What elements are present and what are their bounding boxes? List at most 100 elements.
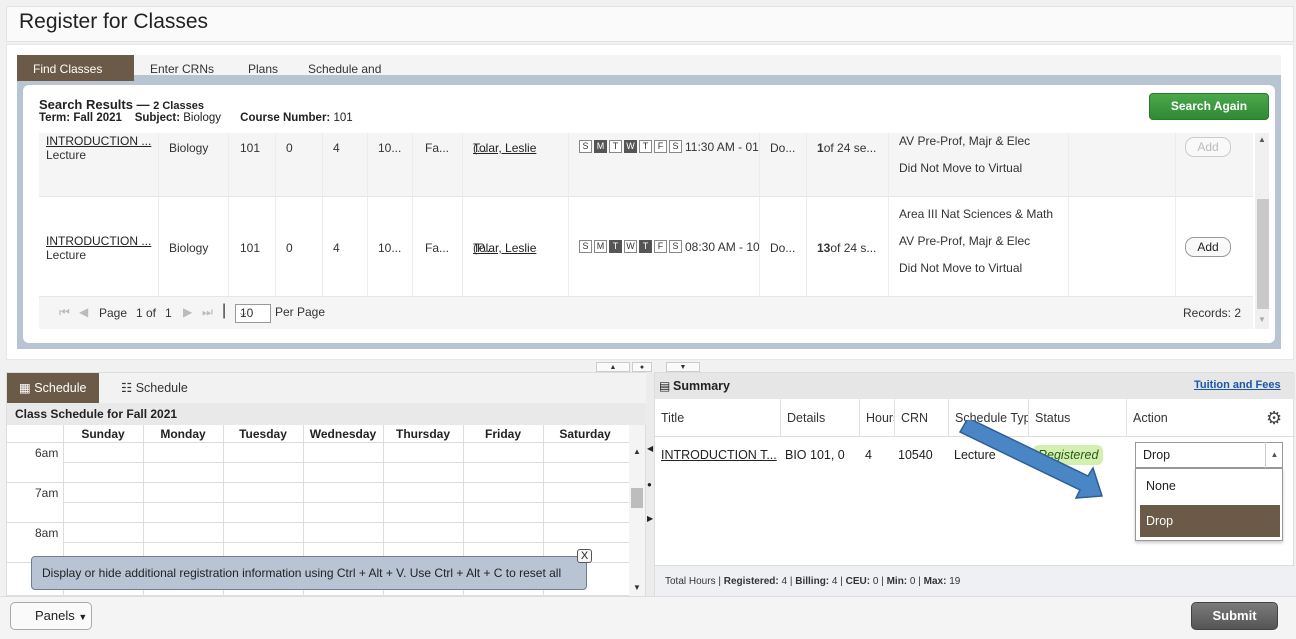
campus-text: Do...	[770, 241, 796, 255]
summary-course-title-link[interactable]: INTRODUCTION T...	[655, 437, 779, 473]
registered-value: 4	[781, 576, 788, 587]
crn-text: 10...	[378, 141, 402, 155]
ceu-value: 0	[872, 576, 879, 587]
panels-button[interactable]: Panels ▼	[10, 602, 92, 630]
summary-header: ▤ Summary Tuition and Fees	[655, 373, 1295, 399]
tuition-and-fees-link[interactable]: Tuition and Fees	[1194, 379, 1281, 391]
cell-instructor: Tolar, Leslie (...	[463, 133, 569, 196]
attribute-text: Area III Nat Sciences & Math	[899, 207, 1054, 221]
day-tuesday: T	[609, 140, 622, 153]
action-select[interactable]: Drop	[1135, 442, 1283, 468]
meeting-days: S M T W T F S	[579, 140, 684, 153]
next-page-icon[interactable]: ▶	[183, 305, 192, 319]
splitter-middle-button[interactable]: ●	[632, 362, 652, 372]
course-title-link[interactable]: INTRODUCTION ...	[46, 234, 151, 248]
scroll-up-arrow-icon[interactable]: ▲	[633, 447, 641, 456]
seats-text: of 24 se...	[823, 141, 877, 155]
col-hours[interactable]: Hours	[860, 399, 895, 437]
tab-schedule[interactable]: ▦ Schedule	[7, 373, 99, 403]
divider-dot-icon[interactable]: ●	[647, 480, 652, 489]
splitter-up-button[interactable]: ▲	[596, 362, 630, 372]
cell-hours: 4	[323, 133, 368, 196]
campus-text: Do...	[770, 141, 796, 155]
day-header: Saturday	[559, 427, 611, 441]
grid-line	[63, 462, 629, 463]
last-page-icon[interactable]: ⏭	[202, 305, 213, 320]
tab-bar: Find Classes Enter CRNs Plans Schedule a…	[17, 55, 1281, 104]
search-criteria: Term: Fall 2021 Subject: Biology Course …	[39, 112, 353, 124]
gear-icon[interactable]: ⚙	[1266, 408, 1282, 429]
day-friday: F	[654, 140, 667, 153]
tooltip-close-button[interactable]: X	[577, 549, 592, 563]
col-title[interactable]: Title	[655, 399, 781, 437]
scrollbar-thumb[interactable]	[1257, 199, 1269, 309]
course-title-link[interactable]: INTRODUCTION ...	[46, 134, 151, 148]
action-option-drop[interactable]: Drop	[1140, 505, 1280, 537]
cell-empty	[1069, 197, 1176, 296]
collapse-left-icon[interactable]: ◀	[647, 444, 653, 453]
col-details[interactable]: Details	[781, 399, 860, 437]
hours-text: 4	[333, 241, 340, 255]
grid-line	[7, 442, 629, 443]
first-page-icon[interactable]: ⏮	[59, 305, 70, 320]
cell-campus: Do...	[760, 133, 807, 196]
grid-line	[63, 542, 629, 543]
add-button-disabled[interactable]: Add	[1185, 137, 1231, 157]
cell-title: INTRODUCTION ... Lecture	[39, 133, 159, 196]
tab-enter-crns[interactable]: Enter CRNs	[134, 55, 232, 81]
scroll-up-arrow-icon[interactable]: ▲	[1258, 135, 1266, 144]
seats-text: of 24 s...	[830, 241, 877, 255]
registered-label: Registered:	[723, 576, 779, 587]
splitter-down-button[interactable]: ▼	[666, 362, 700, 372]
table-row[interactable]: INTRODUCTION ... Lecture Biology 101 0 4…	[39, 197, 1253, 297]
min-label: Min:	[886, 576, 908, 587]
per-page-select[interactable]: 10 ⌵	[235, 304, 271, 323]
calendar-scrollbar[interactable]: ▲ ▼	[629, 425, 645, 597]
table-row[interactable]: INTRODUCTION ... Lecture Biology 101 0 4…	[39, 133, 1253, 197]
billing-value: 4	[831, 576, 838, 587]
prev-page-icon[interactable]: ◀	[79, 305, 88, 319]
page-number[interactable]: 1	[136, 306, 143, 320]
cell-meeting-times: S M T W T F S 11:30 AM - 01:	[569, 133, 760, 196]
page-label: Page	[99, 306, 128, 320]
day-thursday: T	[639, 140, 652, 153]
results-scrollbar[interactable]: ▲ ▼	[1255, 133, 1269, 329]
tab-schedule-details[interactable]: ☷ Schedule Details	[109, 373, 239, 425]
scroll-down-arrow-icon[interactable]: ▼	[633, 583, 641, 592]
day-friday: F	[654, 240, 667, 253]
page-title: Register for Classes	[19, 10, 209, 33]
submit-button[interactable]: Submit	[1191, 602, 1278, 630]
col-crn[interactable]: CRN	[895, 399, 949, 437]
cell-status: 13 of 24 s...	[807, 197, 889, 296]
cell-term: Fa...	[413, 197, 463, 296]
tab-schedule-options[interactable]: Schedule and Options	[292, 55, 442, 104]
cell-hours: 4	[323, 197, 368, 296]
panel-divider[interactable]: ◀ ● ▶	[646, 372, 654, 596]
search-again-button[interactable]: Search Again	[1149, 93, 1269, 120]
annotation-arrow-icon	[958, 420, 1104, 499]
day-header: Sunday	[81, 427, 125, 441]
expand-right-icon[interactable]: ▶	[647, 514, 653, 523]
billing-label: Billing:	[795, 576, 830, 587]
pager-divider: |	[222, 302, 227, 319]
tab-plans[interactable]: Plans	[232, 55, 292, 81]
meeting-time: 08:30 AM - 10:	[685, 240, 760, 254]
cell-status: 1 of 24 se...	[807, 133, 889, 196]
scrollbar-thumb[interactable]	[631, 488, 643, 508]
list-icon: ☷	[121, 381, 133, 395]
action-option-none[interactable]: None	[1136, 469, 1282, 503]
summary-title: Summary	[673, 379, 730, 393]
per-page-label: Per Page	[275, 305, 326, 319]
add-button[interactable]: Add	[1185, 237, 1231, 257]
cell-crn: 10...	[368, 197, 413, 296]
attribute-text: AV Pre-Prof, Majr & Elec	[899, 134, 1031, 148]
chevron-up-icon[interactable]: ▲	[1265, 442, 1283, 468]
page: Register for Classes Find Classes Enter …	[0, 0, 1296, 639]
meeting-time: 11:30 AM - 01:	[685, 140, 760, 154]
scroll-down-arrow-icon[interactable]: ▼	[1258, 315, 1266, 324]
attribute-text: Did Not Move to Virtual	[899, 261, 1023, 275]
attribute-text: Did Not Move to Virtual	[899, 161, 1023, 175]
title-bar: Register for Classes	[6, 6, 1294, 42]
schedule-type: Lecture	[46, 248, 87, 262]
tab-find-classes[interactable]: Find Classes	[17, 55, 134, 81]
